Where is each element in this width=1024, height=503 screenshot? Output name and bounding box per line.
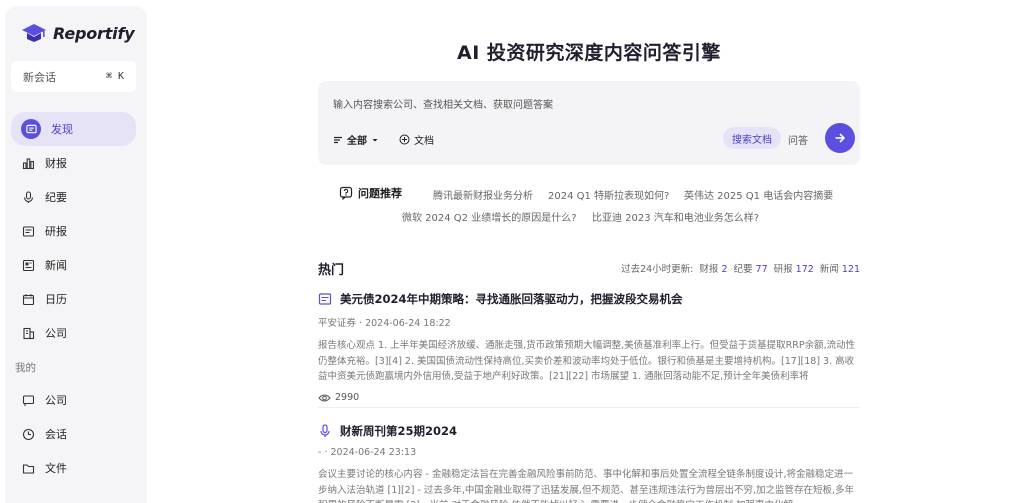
mode-search-docs[interactable]: 搜索文档 bbox=[723, 127, 781, 149]
scope-dropdown[interactable]: 全部 bbox=[333, 132, 379, 147]
sidebar-item-label: 纪要 bbox=[45, 191, 67, 204]
logo[interactable]: Reportify bbox=[21, 22, 135, 44]
hot-section-title: 热门 bbox=[318, 263, 345, 278]
sidebar-item-my-company[interactable]: 公司 bbox=[11, 383, 136, 417]
send-button[interactable] bbox=[825, 123, 855, 153]
building-icon bbox=[21, 326, 35, 340]
sidebar-item-discover[interactable]: 发现 bbox=[11, 112, 136, 146]
add-document-button[interactable]: 文档 bbox=[399, 132, 434, 147]
updates-summary: 过去24小时更新: 财报 2 纪要 77 研报 172 新闻 121 bbox=[621, 261, 860, 275]
sidebar-item-label: 发现 bbox=[51, 123, 73, 136]
scope-label: 全部 bbox=[347, 136, 367, 147]
article-views: 2990 bbox=[318, 392, 860, 403]
sidebar-item-label: 日历 bbox=[45, 293, 67, 306]
page-title: AI 投资研究深度内容问答引擎 bbox=[457, 42, 721, 64]
article-meta: 平安证券 · 2024-06-24 18:22 bbox=[318, 318, 451, 329]
recommend-item[interactable]: 腾讯最新财报业务分析 bbox=[433, 187, 533, 202]
search-box[interactable]: 输入内容搜索公司、查找相关文档、获取问题答案 全部 文档 搜索文档 问答 bbox=[318, 81, 860, 165]
update-count[interactable]: 新闻 121 bbox=[820, 261, 860, 275]
mode-qa[interactable]: 问答 bbox=[788, 132, 808, 147]
arrow-right-icon bbox=[835, 133, 846, 143]
calendar-icon bbox=[21, 292, 35, 306]
microphone-icon bbox=[21, 190, 35, 204]
sidebar-item-research[interactable]: 研报 bbox=[11, 214, 136, 248]
sidebar-item-news[interactable]: 新闻 bbox=[11, 248, 136, 282]
eye-icon bbox=[318, 394, 331, 401]
sidebar-item-label: 文件 bbox=[45, 462, 67, 475]
sidebar: Reportify 新会话 ⌘ K 发现 财报 纪要 研报 新闻 日历 公司 我… bbox=[5, 6, 147, 503]
caret-down-icon bbox=[372, 138, 378, 141]
flag-icon bbox=[21, 393, 35, 407]
sidebar-item-label: 新闻 bbox=[45, 259, 67, 272]
discover-icon bbox=[21, 119, 41, 139]
filter-icon bbox=[334, 136, 342, 143]
document-label: 文档 bbox=[414, 136, 434, 147]
sidebar-item-label: 公司 bbox=[45, 394, 67, 407]
article-card[interactable]: 财新周刊第25期2024 - · 2024-06-24 23:13 会议主要讨论… bbox=[318, 423, 860, 503]
sidebar-item-label: 财报 bbox=[45, 157, 67, 170]
graduation-cap-icon bbox=[22, 24, 46, 42]
sidebar-item-financials[interactable]: 财报 bbox=[11, 146, 136, 180]
recommend-item[interactable]: 2024 Q1 特斯拉表现如何? bbox=[548, 187, 669, 202]
update-count[interactable]: 财报 2 bbox=[699, 261, 727, 275]
sidebar-item-minutes[interactable]: 纪要 bbox=[11, 180, 136, 214]
folder-icon bbox=[21, 461, 35, 475]
article-card[interactable]: 美元债2024年中期策略：寻找通胀回落驱动力，把握波段交易机会 平安证券 · 2… bbox=[318, 291, 860, 403]
new-chat-shortcut: ⌘ K bbox=[105, 71, 124, 82]
news-icon bbox=[21, 258, 35, 272]
update-count[interactable]: 研报 172 bbox=[774, 261, 814, 275]
question-bubble-icon bbox=[339, 186, 353, 200]
recommend-item[interactable]: 微软 2024 Q2 业绩增长的原因是什么? bbox=[402, 209, 577, 224]
sidebar-item-files[interactable]: 文件 bbox=[11, 451, 136, 485]
recommend-label: 问题推荐 bbox=[339, 185, 402, 201]
sidebar-item-label: 公司 bbox=[45, 327, 67, 340]
divider bbox=[318, 407, 860, 408]
recommend-item[interactable]: 英伟达 2025 Q1 电话会内容摘要 bbox=[684, 187, 833, 202]
sidebar-item-label: 会话 bbox=[45, 428, 67, 441]
article-title[interactable]: 美元债2024年中期策略：寻找通胀回落驱动力，把握波段交易机会 bbox=[318, 291, 860, 307]
clock-icon bbox=[21, 427, 35, 441]
article-meta: - · 2024-06-24 23:13 bbox=[318, 447, 417, 458]
update-count[interactable]: 纪要 77 bbox=[733, 261, 767, 275]
new-chat-label: 新会话 bbox=[23, 70, 56, 84]
scrollbar[interactable] bbox=[1020, 0, 1024, 503]
microphone-icon bbox=[320, 424, 330, 437]
article-summary: 会议主要讨论的核心内容 - 金融稳定法旨在完善金融风险事前防范、事中化解和事后处… bbox=[318, 469, 854, 503]
recommend-item[interactable]: 比亚迪 2023 汽车和电池业务怎么样? bbox=[592, 209, 759, 224]
new-chat-button[interactable]: 新会话 ⌘ K bbox=[11, 61, 136, 92]
mine-section-label: 我的 bbox=[15, 362, 36, 374]
sidebar-item-sessions[interactable]: 会话 bbox=[11, 417, 136, 451]
plus-circle-icon bbox=[399, 134, 410, 145]
sidebar-item-label: 研报 bbox=[45, 225, 67, 238]
sidebar-item-calendar[interactable]: 日历 bbox=[11, 282, 136, 316]
app-name: Reportify bbox=[53, 23, 135, 43]
bar-chart-icon bbox=[21, 156, 35, 170]
report-icon bbox=[21, 224, 35, 238]
report-icon bbox=[318, 293, 332, 305]
search-input[interactable]: 输入内容搜索公司、查找相关文档、获取问题答案 bbox=[333, 96, 553, 111]
sidebar-item-company[interactable]: 公司 bbox=[11, 316, 136, 350]
article-summary: 报告核心观点 1. 上半年美国经济放缓、通胀走强,货币政策预期大幅调整,美债基准… bbox=[318, 340, 856, 382]
article-title[interactable]: 财新周刊第25期2024 bbox=[318, 423, 860, 439]
sidebar-nav: 发现 财报 纪要 研报 新闻 日历 公司 我的 公司 会话 文件 bbox=[11, 112, 136, 485]
